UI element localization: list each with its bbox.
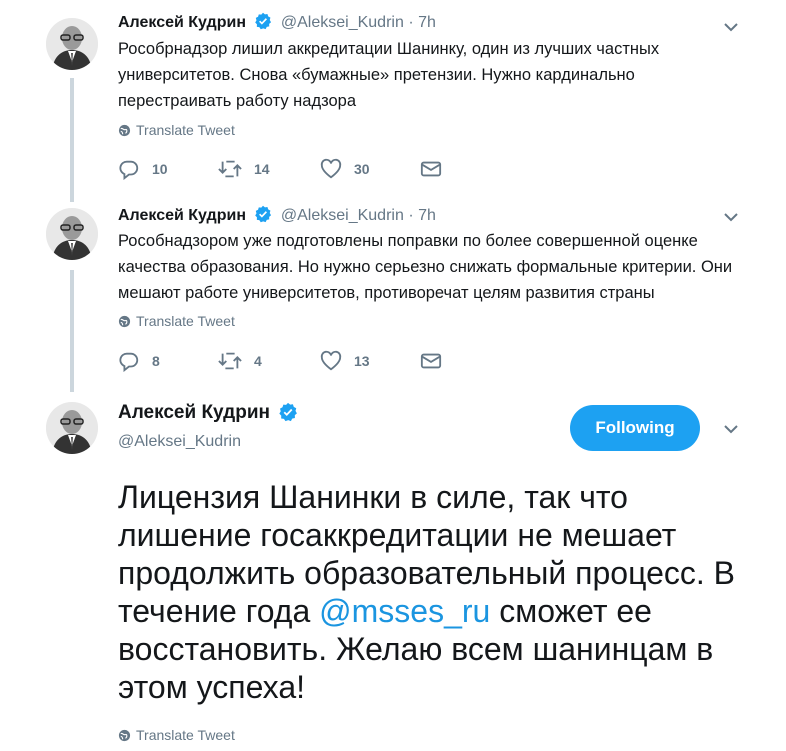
like-button[interactable]: 13 [320,350,370,372]
reply-icon [119,160,139,180]
reply-button[interactable]: 8 [118,350,160,372]
globe-icon [118,124,131,137]
mention-link[interactable]: @msses_ru [319,593,490,629]
avatar[interactable] [46,208,98,260]
separator-dot: · [408,207,414,224]
like-icon [320,350,342,371]
author-handle[interactable]: @Aleksei_Kudrin [118,433,241,451]
dm-icon [420,161,442,177]
translate-label: Translate Tweet [136,313,235,329]
like-icon [320,158,342,179]
thread-line [70,270,74,392]
following-button[interactable]: Following [570,405,700,451]
retweet-count: 4 [254,353,262,369]
retweet-button[interactable]: 14 [218,158,270,180]
retweet-icon [218,352,242,370]
reply-count: 8 [152,353,160,369]
dm-icon [420,353,442,369]
globe-icon [118,729,131,742]
tweet-text: Рособнадзором уже подготовлены поправки … [118,232,733,302]
retweet-icon [218,160,242,178]
like-count: 13 [354,353,370,369]
author-name[interactable]: Алексей Кудрин [118,14,246,31]
avatar[interactable] [46,402,98,454]
dm-button[interactable] [420,158,454,180]
reply-count: 10 [152,161,168,177]
translate-link[interactable]: Translate Tweet [118,313,235,329]
retweet-button[interactable]: 4 [218,350,262,372]
translate-label: Translate Tweet [136,122,235,138]
timestamp[interactable]: 7h [418,207,436,224]
chevron-down-icon[interactable] [722,420,740,443]
thread-line [70,78,74,202]
tweet-text: Лицензия Шанинки в силе, так что лишение… [118,478,758,706]
tweet-text: Рособрнадзор лишил аккредитации Шанинку,… [118,40,660,110]
dm-button[interactable] [420,350,454,372]
retweet-count: 14 [254,161,270,177]
timestamp[interactable]: 7h [418,14,436,31]
reply-icon [119,352,139,372]
translate-link[interactable]: Translate Tweet [118,727,235,743]
translate-link[interactable]: Translate Tweet [118,122,235,138]
globe-icon [118,315,131,328]
verified-icon [254,205,272,228]
author-name[interactable]: Алексей Кудрин [118,207,246,224]
author-name[interactable]: Алексей Кудрин [118,402,270,423]
like-count: 30 [354,161,370,177]
avatar[interactable] [46,18,98,70]
author-handle[interactable]: @Aleksei_Kudrin [281,14,404,31]
verified-icon [278,402,298,427]
like-button[interactable]: 30 [320,158,370,180]
verified-icon [254,12,272,35]
translate-label: Translate Tweet [136,727,235,743]
separator-dot: · [408,14,414,31]
author-handle[interactable]: @Aleksei_Kudrin [281,207,404,224]
reply-button[interactable]: 10 [118,158,168,180]
